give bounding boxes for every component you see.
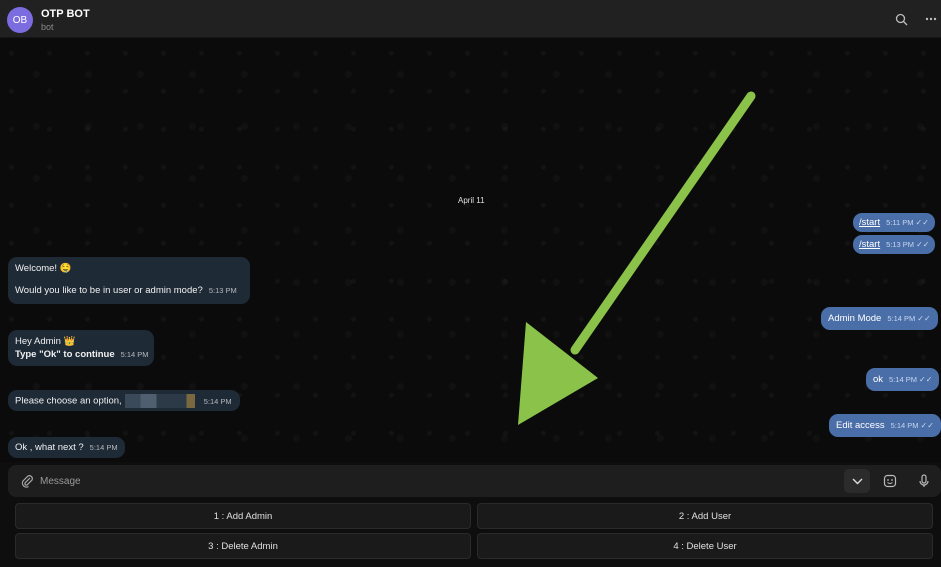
chat-header: OB OTP BOT bot xyxy=(0,0,941,38)
message-time: 5:14 PM xyxy=(120,350,149,359)
microphone-icon[interactable] xyxy=(911,469,937,493)
incoming-message[interactable]: Ok , what next ? 5:14 PM xyxy=(8,437,125,458)
search-icon[interactable] xyxy=(892,10,910,28)
incoming-message[interactable]: Welcome! 🤤 Would you like to be in user … xyxy=(8,257,250,304)
message-time: 5:14 PM xyxy=(887,314,916,323)
redacted-area xyxy=(124,394,195,408)
outgoing-message[interactable]: /start 5:11 PM ✓✓ xyxy=(853,213,935,232)
message-time: 5:11 PM xyxy=(886,218,914,227)
command-link[interactable]: /start xyxy=(859,239,880,250)
chat-subtitle: bot xyxy=(41,22,54,32)
delete-admin-button[interactable]: 3 : Delete Admin xyxy=(15,533,471,559)
outgoing-message[interactable]: /start 5:13 PM ✓✓ xyxy=(853,235,936,254)
double-check-icon: ✓✓ xyxy=(915,218,929,227)
bot-avatar[interactable]: OB xyxy=(7,7,33,33)
message-text: Please choose an option, xyxy=(15,395,122,407)
message-composer xyxy=(8,465,941,497)
sticker-icon[interactable] xyxy=(877,469,903,493)
double-check-icon: ✓✓ xyxy=(918,375,933,384)
incoming-message[interactable]: Hey Admin 👑 Type "Ok" to continue 5:14 PM xyxy=(8,330,154,366)
add-user-button[interactable]: 2 : Add User xyxy=(477,503,933,529)
outgoing-message[interactable]: ok 5:14 PM ✓✓ xyxy=(866,368,940,391)
message-text: Edit access xyxy=(836,420,885,431)
message-text: Would you like to be in user or admin mo… xyxy=(15,285,203,296)
message-time: 5:14 PM xyxy=(889,375,917,384)
message-time: 5:14 PM xyxy=(203,396,232,406)
chat-title[interactable]: OTP BOT xyxy=(41,8,90,20)
outgoing-message[interactable]: Edit access 5:14 PM ✓✓ xyxy=(829,414,941,437)
double-check-icon: ✓✓ xyxy=(916,240,930,249)
message-text: Ok , what next ? xyxy=(15,442,84,453)
message-list[interactable]: April 11 /start 5:11 PM ✓✓ /start 5:13 PM ✓✓… xyxy=(0,38,941,462)
message-text: Admin Mode xyxy=(828,313,882,324)
message-input[interactable] xyxy=(40,471,740,491)
double-check-icon: ✓✓ xyxy=(920,421,934,430)
command-link[interactable]: /start xyxy=(859,217,880,228)
add-admin-button[interactable]: 1 : Add Admin xyxy=(15,503,471,529)
incoming-message[interactable]: Please choose an option, 5:14 PM xyxy=(8,390,240,411)
delete-user-button[interactable]: 4 : Delete User xyxy=(477,533,933,559)
date-separator: April 11 xyxy=(458,196,485,205)
message-time: 5:14 PM xyxy=(890,421,919,430)
message-text: Welcome! 🤤 xyxy=(15,263,72,274)
outgoing-message[interactable]: Admin Mode 5:14 PM ✓✓ xyxy=(821,307,938,330)
message-text: ok xyxy=(873,374,884,385)
message-time: 5:14 PM xyxy=(89,443,118,452)
message-time: 5:13 PM xyxy=(886,240,915,249)
message-time: 5:13 PM xyxy=(208,286,237,295)
double-check-icon: ✓✓ xyxy=(917,314,931,323)
more-icon[interactable] xyxy=(922,10,940,28)
bot-keyboard: 1 : Add Admin 2 : Add User 3 : Delete Ad… xyxy=(8,499,941,565)
paperclip-icon[interactable] xyxy=(18,472,36,490)
message-text: Hey Admin 👑 xyxy=(15,336,76,347)
message-text: Type "Ok" to continue xyxy=(15,349,115,360)
chevron-down-icon[interactable] xyxy=(844,469,870,493)
